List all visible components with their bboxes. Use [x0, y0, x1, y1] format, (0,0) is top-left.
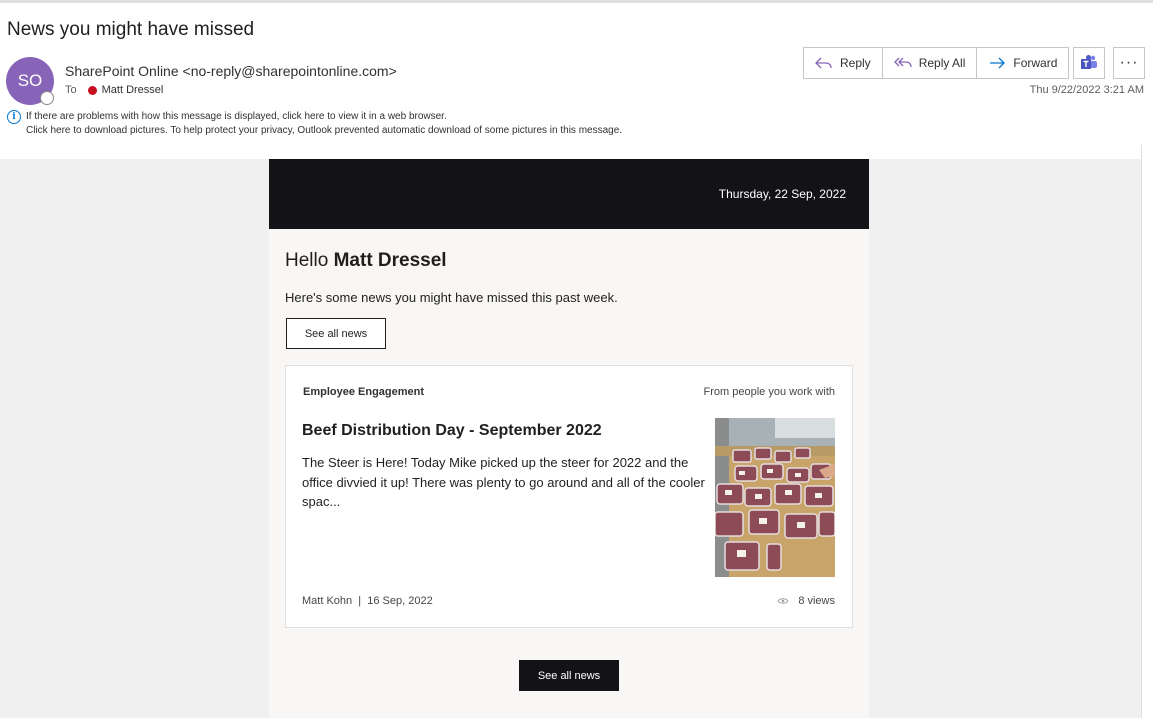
news-meta: Matt Kohn | 16 Sep, 2022 — [302, 595, 433, 607]
scrollbar[interactable] — [1141, 145, 1153, 718]
banner-date: Thursday, 22 Sep, 2022 — [718, 187, 846, 201]
teams-share-button[interactable] — [1073, 47, 1105, 79]
recipient-presence-icon — [87, 85, 97, 95]
forward-icon — [990, 57, 1006, 69]
greeting: Hello Matt Dressel — [285, 250, 447, 272]
view-in-browser-link[interactable]: If there are problems with how this mess… — [26, 110, 447, 124]
display-notice: i If there are problems with how this me… — [7, 110, 622, 138]
see-all-news-bottom-button[interactable]: See all news — [519, 660, 619, 691]
meta-separator: | — [358, 595, 362, 607]
news-thumbnail[interactable] — [715, 418, 835, 577]
download-pictures-link[interactable]: Click here to download pictures. To help… — [7, 124, 622, 138]
email-subject: News you might have missed — [7, 19, 255, 40]
sender-name[interactable]: SharePoint Online <no-reply@sharepointon… — [65, 63, 397, 79]
news-author: Matt Kohn — [302, 595, 353, 607]
avatar-initials: SO — [17, 71, 43, 90]
forward-button[interactable]: Forward — [977, 48, 1068, 78]
greeting-word: Hello — [285, 250, 329, 271]
message-actions: Reply Reply All Forward — [803, 47, 1070, 79]
reply-icon — [815, 57, 832, 69]
info-icon: i — [7, 110, 21, 124]
teams-icon — [1081, 55, 1097, 69]
news-excerpt: The Steer is Here! Today Mike picked up … — [302, 455, 705, 509]
presence-status-icon — [40, 91, 54, 105]
news-title[interactable]: Beef Distribution Day - September 2022 — [302, 422, 602, 440]
news-date: 16 Sep, 2022 — [367, 595, 433, 607]
views-count: 8 views — [798, 595, 835, 607]
news-views: 8 views — [777, 595, 835, 607]
forward-label: Forward — [1013, 56, 1058, 70]
beef-packages-photo — [715, 418, 835, 577]
reply-all-button[interactable]: Reply All — [883, 48, 978, 78]
news-category: Employee Engagement — [303, 386, 425, 398]
see-all-news-button[interactable]: See all news — [286, 318, 386, 349]
more-actions-button[interactable]: ··· — [1113, 47, 1145, 79]
reply-button[interactable]: Reply — [804, 48, 883, 78]
intro-text: Here's some news you might have missed t… — [285, 290, 618, 305]
news-card[interactable]: Employee Engagement From people you work… — [285, 365, 853, 628]
email-content: Thursday, 22 Sep, 2022 Hello Matt Dresse… — [269, 159, 869, 718]
recipient-name[interactable]: Matt Dressel — [102, 84, 164, 96]
reply-all-icon — [893, 57, 912, 68]
reply-all-label: Reply All — [918, 56, 966, 70]
eye-icon — [777, 598, 789, 604]
news-source: From people you work with — [703, 386, 835, 398]
top-divider — [0, 0, 1153, 3]
to-label: To — [65, 84, 77, 96]
recipients-line: To Matt Dressel — [65, 84, 163, 96]
reply-label: Reply — [840, 56, 871, 70]
message-date: Thu 9/22/2022 3:21 AM — [1029, 84, 1144, 96]
more-icon: ··· — [1119, 54, 1139, 71]
email-banner: Thursday, 22 Sep, 2022 — [269, 159, 869, 229]
greeting-name: Matt Dressel — [333, 250, 447, 271]
